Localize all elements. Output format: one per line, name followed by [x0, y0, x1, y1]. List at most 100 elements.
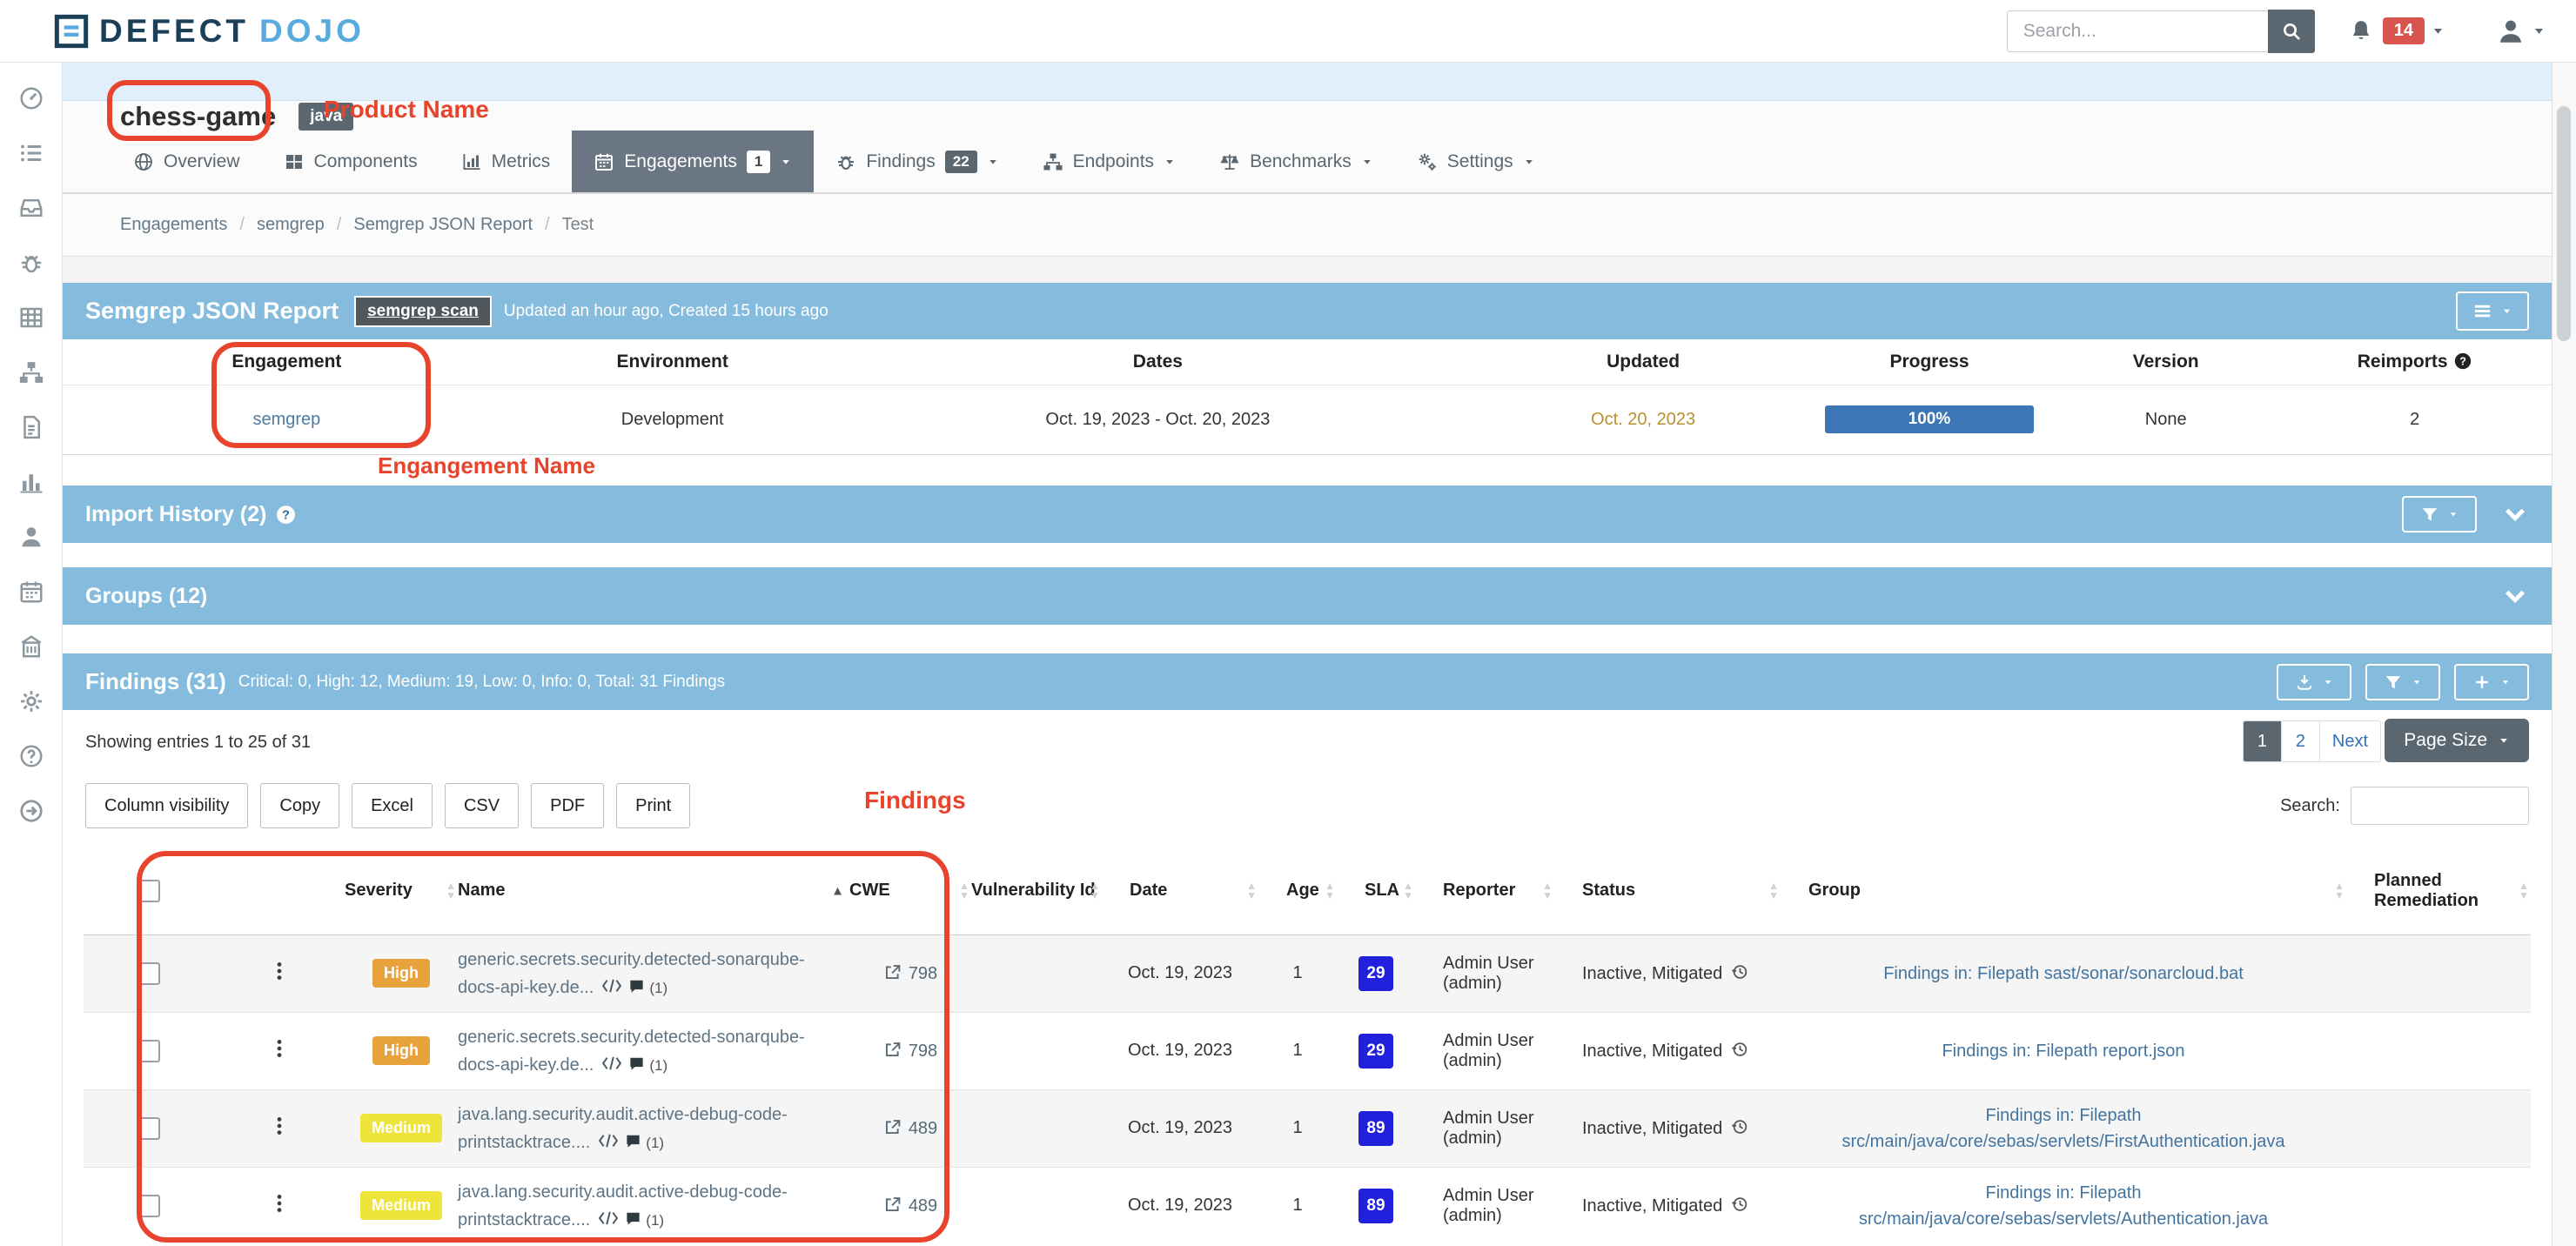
- finding-group-link[interactable]: Findings in: Filepath report.json: [1942, 1042, 2184, 1061]
- breadcrumb-link[interactable]: semgrep: [257, 215, 325, 235]
- row-select-checkbox[interactable]: [138, 1195, 160, 1217]
- scan-type-badge[interactable]: semgrep scan: [354, 296, 492, 327]
- import-history-chevron-down-icon[interactable]: [2501, 500, 2529, 528]
- sort-icon[interactable]: ▲▼: [446, 881, 456, 901]
- dashboard-icon[interactable]: [18, 85, 44, 111]
- export-button-print[interactable]: Print: [616, 783, 690, 828]
- arrow-right-icon[interactable]: [18, 798, 44, 824]
- comment-icon[interactable]: [628, 978, 645, 995]
- notifications-caret-down-icon[interactable]: [2431, 23, 2445, 38]
- export-button-copy[interactable]: Copy: [260, 783, 339, 828]
- sort-icon[interactable]: ▲▼: [1403, 881, 1413, 901]
- tab-benchmarks[interactable]: Benchmarks: [1197, 131, 1395, 192]
- cwe-link[interactable]: 798: [909, 964, 937, 983]
- file-icon[interactable]: [18, 414, 44, 440]
- sort-icon[interactable]: ▲▼: [1246, 881, 1257, 901]
- tab-metrics[interactable]: Metrics: [439, 131, 573, 192]
- calendar-icon[interactable]: [18, 579, 44, 605]
- scrollbar-thumb[interactable]: [2557, 106, 2571, 341]
- test-actions-menu-button[interactable]: [2456, 291, 2529, 331]
- row-actions-kebab-icon[interactable]: [268, 1037, 291, 1060]
- building-icon[interactable]: [18, 633, 44, 660]
- sort-icon[interactable]: ▲▼: [1325, 881, 1335, 901]
- comment-icon[interactable]: [625, 1133, 641, 1149]
- findings-column-header[interactable]: Severity▲▼: [345, 847, 458, 934]
- breadcrumb-link[interactable]: Semgrep JSON Report: [353, 215, 533, 235]
- export-button-csv[interactable]: CSV: [445, 783, 519, 828]
- tab-settings[interactable]: Settings: [1395, 131, 1557, 192]
- notifications-bell-icon[interactable]: [2348, 18, 2374, 44]
- sort-icon[interactable]: ▲▼: [1768, 881, 1779, 901]
- tab-engagements[interactable]: Engagements1: [572, 131, 814, 192]
- tab-components[interactable]: Components: [262, 131, 439, 192]
- findings-column-header[interactable]: Reporter▲▼: [1415, 847, 1554, 934]
- sort-icon[interactable]: ▲▼: [1090, 881, 1100, 901]
- list-icon[interactable]: [18, 140, 44, 166]
- page-size-button[interactable]: Page Size: [2385, 719, 2529, 762]
- findings-filter-button[interactable]: [2365, 664, 2440, 700]
- export-button-excel[interactable]: Excel: [352, 783, 433, 828]
- findings-download-button[interactable]: [2277, 664, 2351, 700]
- defectdojo-logo[interactable]: DEFECT DOJO: [54, 13, 365, 50]
- tab-overview[interactable]: Overview: [111, 131, 262, 192]
- cwe-link[interactable]: 489: [909, 1119, 937, 1138]
- finding-name-link[interactable]: java.lang.security.audit.active-debug-co…: [458, 1182, 788, 1229]
- tab-endpoints[interactable]: Endpoints: [1021, 131, 1197, 192]
- findings-column-header[interactable]: Name▲: [458, 847, 849, 934]
- sort-ascending-icon[interactable]: ▲: [831, 883, 844, 898]
- row-select-checkbox[interactable]: [138, 1040, 160, 1062]
- import-history-section-bar[interactable]: Import History (2) ?: [63, 486, 2552, 543]
- chart-icon[interactable]: [18, 469, 44, 495]
- table-icon[interactable]: [18, 305, 44, 331]
- sort-icon[interactable]: ▲▼: [959, 881, 969, 901]
- question-icon[interactable]: [18, 743, 44, 769]
- sort-icon[interactable]: ▲▼: [2519, 881, 2529, 901]
- engagement-link[interactable]: semgrep: [252, 410, 320, 429]
- comment-icon[interactable]: [625, 1210, 641, 1227]
- sitemap-icon[interactable]: [18, 359, 44, 385]
- findings-column-header[interactable]: SLA▲▼: [1337, 847, 1415, 934]
- findings-column-header[interactable]: Vulnerability Id▲▼: [971, 847, 1102, 934]
- pagination-page-2[interactable]: 2: [2282, 721, 2320, 761]
- select-all-checkbox[interactable]: [138, 880, 160, 902]
- pagination-page-1[interactable]: 1: [2244, 721, 2282, 761]
- findings-column-header[interactable]: Age▲▼: [1258, 847, 1337, 934]
- bug-icon[interactable]: [18, 250, 44, 276]
- product-name[interactable]: chess-game: [120, 101, 276, 132]
- finding-group-link[interactable]: Findings in: Filepath src/main/java/core…: [1859, 1183, 2268, 1229]
- import-history-filter-button[interactable]: [2402, 496, 2477, 533]
- reimports-help-icon[interactable]: ?: [2453, 352, 2472, 371]
- cwe-link[interactable]: 489: [909, 1196, 937, 1216]
- search-button[interactable]: [2268, 10, 2315, 53]
- page-scrollbar[interactable]: [2552, 63, 2576, 1246]
- export-button-column-visibility[interactable]: Column visibility: [85, 783, 248, 828]
- finding-group-link[interactable]: Findings in: Filepath src/main/java/core…: [1841, 1106, 2284, 1151]
- search-input[interactable]: [2007, 10, 2268, 52]
- pagination-next[interactable]: Next: [2320, 721, 2380, 761]
- row-actions-kebab-icon[interactable]: [268, 1192, 291, 1215]
- history-icon[interactable]: [1730, 1117, 1749, 1136]
- finding-group-link[interactable]: Findings in: Filepath sast/sonar/sonarcl…: [1883, 964, 2244, 983]
- findings-column-header[interactable]: Status▲▼: [1554, 847, 1781, 934]
- findings-column-header[interactable]: Date▲▼: [1102, 847, 1258, 934]
- findings-column-header[interactable]: Group▲▼: [1781, 847, 2346, 934]
- tab-findings[interactable]: Findings22: [814, 131, 1020, 192]
- history-icon[interactable]: [1730, 1040, 1749, 1059]
- export-button-pdf[interactable]: PDF: [531, 783, 604, 828]
- breadcrumb-link[interactable]: Engagements: [120, 215, 227, 235]
- cwe-link[interactable]: 798: [909, 1042, 937, 1061]
- user-menu-caret-down-icon[interactable]: [2532, 23, 2546, 38]
- groups-chevron-down-icon[interactable]: [2501, 582, 2529, 610]
- inbox-icon[interactable]: [18, 195, 44, 221]
- comment-icon[interactable]: [628, 1055, 645, 1072]
- findings-add-button[interactable]: [2454, 664, 2529, 700]
- history-icon[interactable]: [1730, 962, 1749, 981]
- sort-icon[interactable]: ▲▼: [1542, 881, 1553, 901]
- table-search-input[interactable]: [2351, 787, 2529, 825]
- user-menu-icon[interactable]: [2496, 17, 2526, 46]
- notifications-count-badge[interactable]: 14: [2383, 17, 2425, 44]
- user-icon[interactable]: [18, 524, 44, 550]
- row-actions-kebab-icon[interactable]: [268, 1115, 291, 1137]
- row-actions-kebab-icon[interactable]: [268, 960, 291, 982]
- help-question-icon[interactable]: ?: [275, 504, 297, 526]
